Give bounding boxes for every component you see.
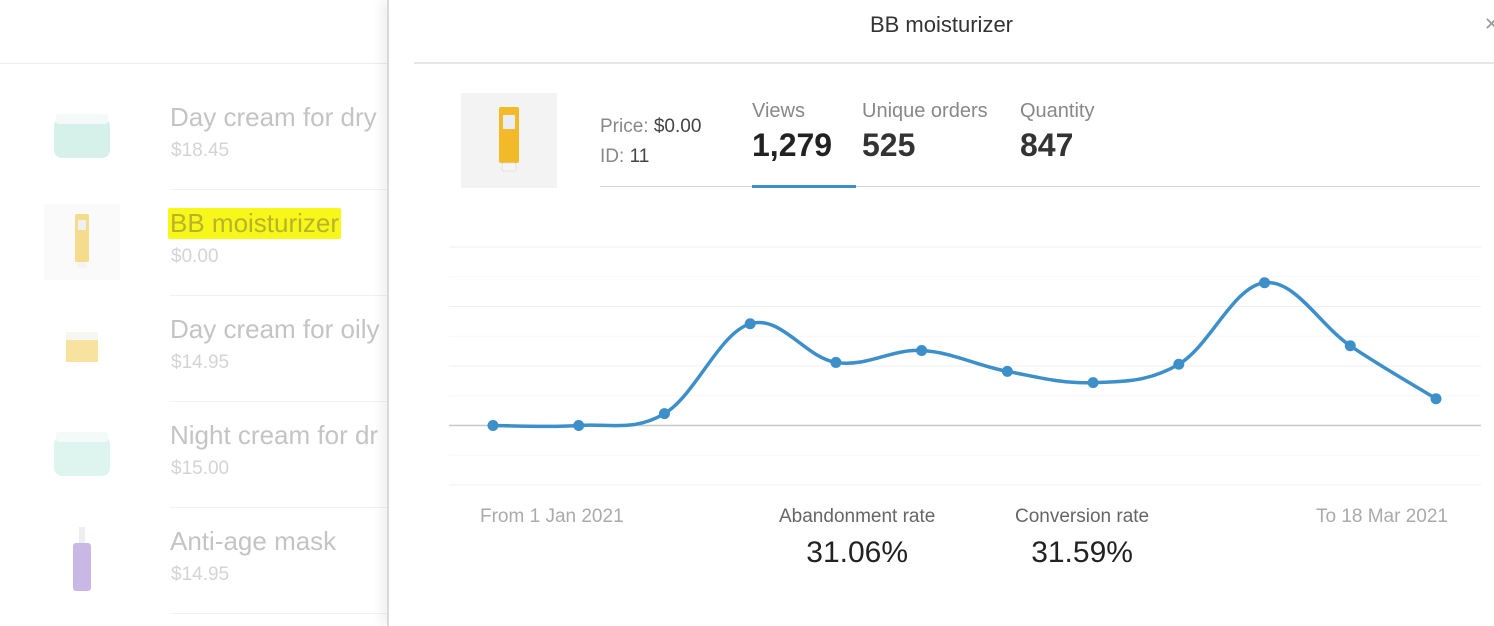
jar-icon — [54, 432, 110, 476]
tab-label: Views — [752, 100, 805, 122]
abandonment-rate-value: 31.06% — [806, 536, 909, 569]
product-name: Anti-age mask — [170, 526, 337, 556]
abandonment-rate: Abandonment rate 31.06% — [779, 506, 935, 570]
product-price: $14.95 — [171, 352, 230, 373]
list-header — [0, 0, 388, 64]
stats-tabs: Views 1,279 Unique orders 525 Quantity 8… — [600, 100, 1480, 188]
data-point[interactable] — [487, 420, 499, 431]
product-name: Day cream for oily — [170, 314, 380, 344]
jar-icon — [54, 114, 110, 158]
bottle-icon — [73, 527, 91, 591]
data-point[interactable] — [1001, 365, 1013, 377]
tab-views[interactable]: Views 1,279 — [752, 100, 856, 188]
tab-unique-orders[interactable]: Unique orders 525 — [862, 100, 988, 187]
data-point[interactable] — [573, 420, 585, 431]
product-thumbnail — [44, 204, 120, 280]
views-line-chart — [449, 246, 1481, 486]
product-price: $0.00 — [171, 246, 219, 267]
product-name: Day cream for dry — [170, 102, 377, 132]
jar-icon — [66, 332, 98, 362]
data-point[interactable] — [1259, 277, 1271, 289]
data-point[interactable] — [1173, 358, 1185, 370]
product-detail-panel: BB moisturizer ✕ Price: $0.00 ID: 11 Vie… — [387, 0, 1494, 626]
tab-value: 525 — [862, 127, 916, 163]
data-point[interactable] — [658, 408, 670, 420]
list-item[interactable]: Day cream for dry $18.45 — [40, 84, 388, 190]
series-line-views — [491, 280, 1438, 429]
tab-label: Quantity — [1020, 100, 1095, 122]
list-item[interactable]: Day cream for oily $14.95 — [40, 296, 388, 402]
title-divider — [414, 62, 1494, 64]
tab-value: 1,279 — [752, 127, 833, 163]
data-point[interactable] — [744, 318, 756, 330]
data-point[interactable] — [1344, 340, 1356, 352]
product-thumbnail — [44, 98, 120, 174]
data-point[interactable] — [830, 356, 842, 368]
product-thumbnail — [44, 522, 120, 598]
tab-label: Unique orders — [862, 100, 988, 122]
list-item[interactable]: Night cream for dr $15.00 — [40, 402, 388, 508]
conversion-rate: Conversion rate 31.59% — [1015, 506, 1149, 570]
row-divider — [170, 613, 388, 614]
app: Day cream for dry $18.45 BB moisturizer $0.… — [0, 0, 1494, 626]
data-point[interactable] — [916, 345, 928, 357]
product-thumbnail — [44, 416, 120, 492]
tab-value: 847 — [1020, 127, 1074, 163]
list-item[interactable]: Anti-age mask $14.95 — [40, 508, 388, 614]
tube-icon — [499, 106, 519, 171]
product-thumbnail — [461, 93, 557, 188]
product-list: Day cream for dry $18.45 BB moisturizer $0.… — [0, 0, 388, 626]
conversion-rate-label: Conversion rate — [1015, 506, 1150, 527]
tube-icon — [75, 214, 89, 268]
close-icon[interactable]: ✕ — [1484, 14, 1494, 38]
panel-title: BB moisturizer — [869, 12, 1014, 37]
tab-quantity[interactable]: Quantity 847 — [1020, 100, 1094, 187]
product-name: BB moisturizer — [168, 208, 342, 239]
product-price: $15.00 — [171, 458, 230, 479]
conversion-rate-value: 31.59% — [1031, 536, 1133, 569]
date-range-from: From 1 Jan 2021 — [480, 506, 624, 527]
abandonment-rate-label: Abandonment rate — [779, 506, 936, 527]
product-thumbnail — [44, 310, 120, 386]
date-range-to: To 18 Mar 2021 — [1315, 506, 1448, 527]
list-item[interactable]: BB moisturizer $0.00 — [40, 190, 388, 296]
active-tab-indicator — [752, 185, 856, 188]
data-point[interactable] — [1087, 377, 1099, 389]
product-price: $18.45 — [171, 140, 230, 161]
product-name: Night cream for dr — [170, 420, 379, 450]
product-price: $14.95 — [171, 564, 230, 585]
data-point[interactable] — [1430, 393, 1442, 405]
